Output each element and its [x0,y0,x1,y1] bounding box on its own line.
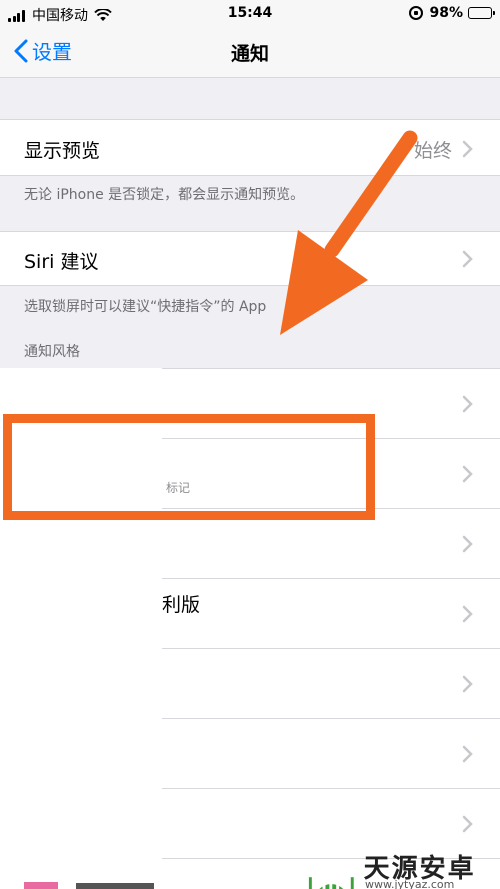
status-bar: 中国移动 15:44 98% [0,0,500,26]
watermark-url: www.jytyaz.com [365,878,455,889]
app-row[interactable] [162,648,500,718]
navigation-bar: 设置 通知 [0,26,500,78]
chevron-right-icon [462,675,473,693]
chevron-right-icon [462,745,473,763]
show-previews-label: 显示预览 [24,140,101,162]
obscured-content [24,882,154,889]
app-row[interactable] [162,718,500,788]
battery-icon [468,7,495,19]
siri-footnote: 选取锁屏时可以建议“快捷指令”的 App [24,299,267,315]
status-right: 98% [409,5,495,21]
annotation-highlight-box [3,414,375,520]
rotation-lock-icon [409,6,424,20]
android-logo-icon [308,877,354,889]
app-row-label: 利版 [162,594,201,616]
chevron-right-icon [462,465,473,483]
chevron-right-icon [462,395,473,413]
watermark: 天源安卓网 www.jytyaz.com [305,848,500,889]
chevron-right-icon [462,605,473,623]
annotation-arrow-icon [280,130,418,335]
notification-style-header: 通知风格 [24,344,80,360]
chevron-right-icon [462,815,473,833]
battery-percent: 98% [429,5,463,21]
chevron-right-icon [462,140,473,158]
chevron-right-icon [462,535,473,553]
page-title: 通知 [230,43,269,65]
show-previews-footnote: 无论 iPhone 是否锁定，都会显示通知预览。 [24,187,305,203]
app-row[interactable]: 利版 [162,578,500,648]
chevron-right-icon [462,250,473,268]
siri-suggestions-label: Siri 建议 [24,251,99,273]
